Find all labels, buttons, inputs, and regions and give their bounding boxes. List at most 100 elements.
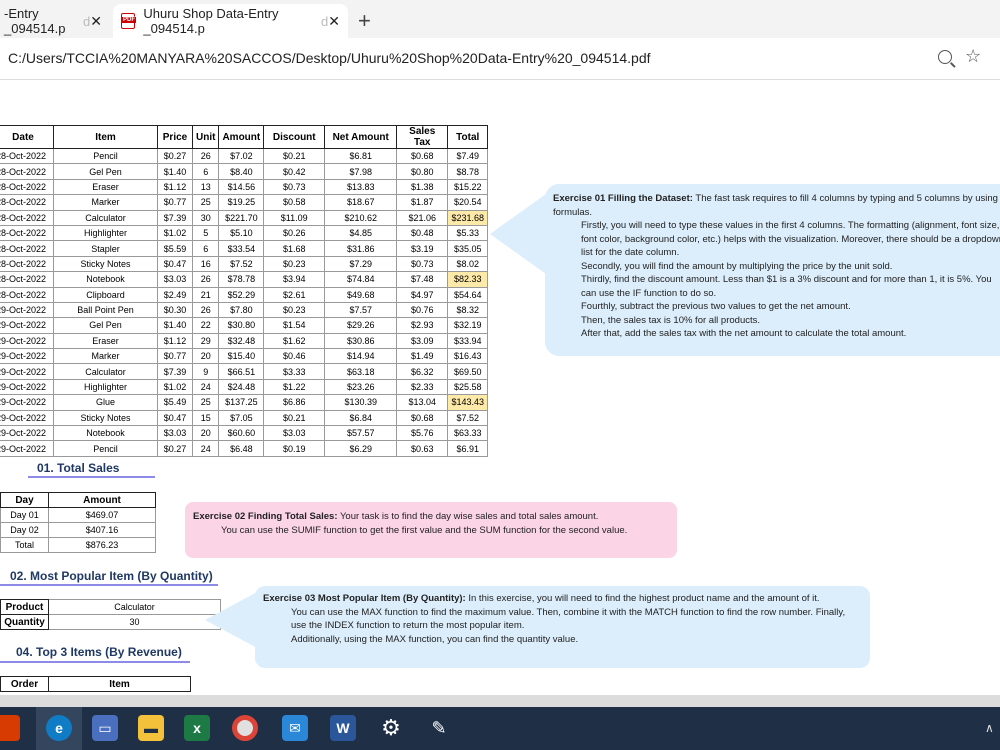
cell-item: Gel Pen (53, 317, 158, 334)
cell-item: Eraser (53, 178, 158, 196)
cell-discount: $0.23 (263, 301, 326, 319)
table-row: 28-Oct-2022 Eraser $1.12 13 $14.56 $0.73 $13.8… (0, 178, 489, 196)
cell-price: $1.02 (157, 378, 193, 396)
close-icon[interactable]: ✕ (90, 13, 102, 30)
tab-strip: -Entry _094514.pd ✕ Uhuru Shop Data-Entr… (0, 0, 1000, 38)
cell-sales-tax: $13.04 (396, 394, 449, 411)
cell-sales-tax: $0.48 (396, 224, 449, 242)
header-order: Order (0, 676, 49, 692)
cell-sales-tax: $3.09 (396, 332, 449, 350)
cell-price: $1.12 (157, 332, 193, 350)
chevron-up-icon[interactable]: ∧ (985, 721, 994, 735)
exercise-1-title: Exercise 01 Filling the Dataset: (553, 193, 693, 204)
exercise-1-line: After that, add the sales tax with the n… (581, 328, 907, 339)
cell-date: 28-Oct-2022 (0, 178, 54, 196)
cell-unit: 26 (191, 301, 220, 319)
cell-date: 28-Oct-2022 (0, 271, 54, 288)
cell-discount: $0.19 (263, 440, 326, 457)
cell-amount: $33.54 (218, 240, 265, 257)
cell-total: $33.94 (447, 332, 489, 350)
zoom-icon[interactable] (938, 50, 952, 64)
cell-unit: 6 (191, 240, 220, 257)
file-explorer-icon[interactable]: ▬ (138, 715, 164, 741)
cell-total: $8.78 (447, 163, 489, 180)
favorite-star-icon[interactable]: ☆ (965, 46, 981, 67)
cell-sales-tax: $4.97 (396, 286, 449, 303)
header-amount: Amount (218, 125, 265, 149)
close-icon[interactable]: ✕ (328, 13, 340, 30)
cell-date: 29-Oct-2022 (0, 317, 54, 334)
cell-net-amount: $13.83 (324, 178, 398, 196)
cell-item: Pencil (53, 440, 158, 457)
cell-price: $1.40 (157, 317, 193, 334)
exercise-2-callout: Exercise 02 Finding Total Sales: Your ta… (185, 502, 677, 558)
edge-icon[interactable]: e (46, 715, 72, 741)
store-icon[interactable]: ▭ (92, 715, 118, 741)
cell-net-amount: $7.98 (324, 163, 398, 180)
office-icon[interactable] (0, 715, 20, 741)
cell-amount: $7.05 (218, 409, 265, 427)
cell-discount: $0.73 (263, 178, 326, 196)
cell-date: 29-Oct-2022 (0, 332, 54, 350)
word-icon[interactable]: W (330, 715, 356, 741)
cell-total: $7.49 (447, 147, 489, 165)
cell-date: 28-Oct-2022 (0, 194, 54, 211)
cell-item: Ball Point Pen (53, 301, 158, 319)
cell-unit: 5 (191, 224, 220, 242)
title-underline (0, 661, 190, 663)
new-tab-icon[interactable]: + (358, 8, 371, 34)
quantity-value: 30 (48, 614, 221, 630)
table-row: 29-Oct-2022 Gel Pen $1.40 22 $30.80 $1.54 $29.… (0, 317, 489, 334)
cell-item: Notebook (53, 271, 158, 288)
cell-net-amount: $18.67 (324, 194, 398, 211)
tab-previous[interactable]: -Entry _094514.p d ✕ (0, 4, 110, 38)
cell-sales-tax: $0.68 (396, 147, 449, 165)
cell-unit: 26 (191, 147, 220, 165)
cell-amount: $24.48 (218, 378, 265, 396)
cell-amount: $19.25 (218, 194, 265, 211)
url-input[interactable]: C:/Users/TCCIA%20MANYARA%20SACCOS/Deskto… (8, 50, 651, 66)
cell-item: Clipboard (53, 286, 158, 303)
table-header-row: Date Item Price Unit Amount Discount Net… (0, 125, 489, 149)
cell-unit: 20 (191, 348, 220, 365)
cell-unit: 9 (191, 363, 220, 380)
cell-item: Marker (53, 348, 158, 365)
cell-price: $0.27 (157, 147, 193, 165)
cell-discount: $1.62 (263, 332, 326, 350)
cell-sales-tax: $2.93 (396, 317, 449, 334)
cell-unit: 30 (191, 209, 220, 226)
cell-net-amount: $6.81 (324, 147, 398, 165)
table-row: Quantity 30 (0, 614, 221, 630)
sales-table: Date Item Price Unit Amount Discount Net… (0, 125, 489, 457)
cell-unit: 26 (191, 271, 220, 288)
table-row: 29-Oct-2022 Sticky Notes $0.47 15 $7.05 $0.21… (0, 409, 489, 427)
most-popular-table: Product Calculator Quantity 30 (0, 599, 221, 630)
cell-sales-tax: $21.06 (396, 209, 449, 226)
cell-discount: $0.26 (263, 224, 326, 242)
cell-total: $7.52 (447, 409, 489, 427)
exercise-3-line: Additionally, using the MAX function, yo… (291, 633, 579, 645)
exercise-2-line: You can use the SUMIF function to get th… (221, 524, 628, 536)
settings-icon[interactable]: ⚙ (378, 715, 404, 741)
table-row: Total $876.23 (0, 537, 156, 553)
cell-price: $7.39 (157, 209, 193, 226)
cell-item: Pencil (53, 147, 158, 165)
exercise-2-lead: Your task is to find the day wise sales … (337, 511, 599, 522)
header-sales-tax: Sales Tax (396, 125, 449, 149)
cell-price: $0.47 (157, 409, 193, 427)
cell-net-amount: $210.62 (324, 209, 398, 226)
cell-amount: $5.10 (218, 224, 265, 242)
table-row: 29-Oct-2022 Notebook $3.03 20 $60.60 $3.03 $57… (0, 425, 489, 442)
cell-total: $231.68 (447, 209, 489, 226)
cell-total: $143.43 (447, 394, 489, 411)
mail-icon[interactable]: ✉ (282, 715, 308, 741)
cell-discount: $2.61 (263, 286, 326, 303)
cell-amount: $6.48 (218, 440, 265, 457)
cell-unit: 29 (191, 332, 220, 350)
tab-active[interactable]: Uhuru Shop Data-Entry _094514.pd ✕ (113, 4, 348, 38)
paint-icon[interactable]: ✎ (426, 715, 452, 741)
viewer-scroll-track[interactable] (0, 695, 1000, 707)
cell-discount: $0.58 (263, 194, 326, 211)
chrome-icon[interactable] (232, 715, 258, 741)
excel-icon[interactable]: x (184, 715, 210, 741)
